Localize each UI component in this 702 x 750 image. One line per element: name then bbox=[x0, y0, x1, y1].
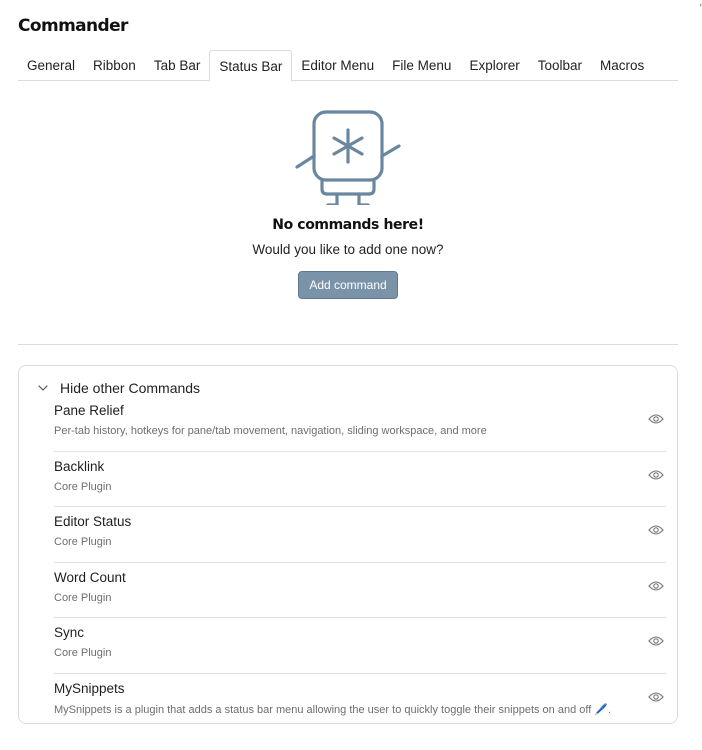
command-description: Per-tab history, hotkeys for pane/tab mo… bbox=[54, 425, 487, 437]
command-description: Core Plugin bbox=[54, 647, 112, 659]
command-name: Editor Status bbox=[54, 514, 132, 529]
empty-state-subtitle: Would you like to add one now? bbox=[252, 242, 444, 257]
page-title: Commander bbox=[18, 16, 128, 36]
tab-general[interactable]: General bbox=[18, 50, 84, 81]
tab-macros[interactable]: Macros bbox=[591, 50, 653, 81]
section-divider bbox=[18, 344, 678, 345]
command-description: Core Plugin bbox=[54, 536, 112, 548]
command-list: Pane Relief Per-tab history, hotkeys for… bbox=[54, 396, 666, 729]
eye-icon[interactable] bbox=[648, 413, 664, 425]
other-commands-panel: Hide other Commands Pane Relief Per-tab … bbox=[18, 365, 678, 724]
command-item-word-count: Word Count Core Plugin bbox=[54, 563, 666, 618]
command-name: Sync bbox=[54, 625, 85, 640]
tab-file-menu[interactable]: File Menu bbox=[383, 50, 460, 81]
command-description: MySnippets is a plugin that adds a statu… bbox=[54, 703, 612, 716]
command-name: Pane Relief bbox=[54, 403, 124, 418]
tab-editor-menu[interactable]: Editor Menu bbox=[292, 50, 383, 81]
empty-state: No commands here! Would you like to add … bbox=[18, 110, 678, 299]
tab-bar: General Ribbon Tab Bar Status Bar Editor… bbox=[18, 50, 678, 82]
tab-status-bar[interactable]: Status Bar bbox=[209, 50, 293, 82]
chevron-down-icon bbox=[38, 385, 48, 391]
command-description: Core Plugin bbox=[54, 480, 112, 493]
add-command-button[interactable]: Add command bbox=[298, 271, 398, 299]
tab-toolbar[interactable]: Toolbar bbox=[529, 50, 591, 81]
command-name: MySnippets bbox=[54, 680, 125, 696]
other-commands-header: Hide other Commands bbox=[60, 380, 201, 396]
tab-ribbon[interactable]: Ribbon bbox=[84, 50, 145, 81]
tab-tab-bar[interactable]: Tab Bar bbox=[145, 50, 210, 81]
eye-icon[interactable] bbox=[648, 580, 664, 592]
asterisk-robot-icon bbox=[295, 110, 401, 205]
other-commands-toggle[interactable]: Hide other Commands bbox=[37, 380, 200, 396]
command-name: Backlink bbox=[54, 458, 105, 474]
command-item-mysnippets: MySnippets MySnippets is a plugin that a… bbox=[54, 674, 666, 730]
command-item-backlink: Backlink Core Plugin bbox=[54, 452, 666, 507]
eye-icon[interactable] bbox=[648, 691, 664, 703]
command-item-pane-relief: Pane Relief Per-tab history, hotkeys for… bbox=[54, 396, 666, 452]
command-name: Word Count bbox=[54, 569, 126, 585]
tab-explorer[interactable]: Explorer bbox=[460, 50, 528, 81]
command-item-editor-status: Editor Status Core Plugin bbox=[54, 507, 666, 563]
empty-state-title: No commands here! bbox=[272, 217, 424, 233]
eye-icon[interactable] bbox=[648, 469, 664, 481]
command-item-sync: Sync Core Plugin bbox=[54, 618, 666, 674]
eye-icon[interactable] bbox=[648, 524, 664, 536]
command-description: Core Plugin bbox=[54, 591, 112, 604]
eye-icon[interactable] bbox=[648, 635, 664, 647]
